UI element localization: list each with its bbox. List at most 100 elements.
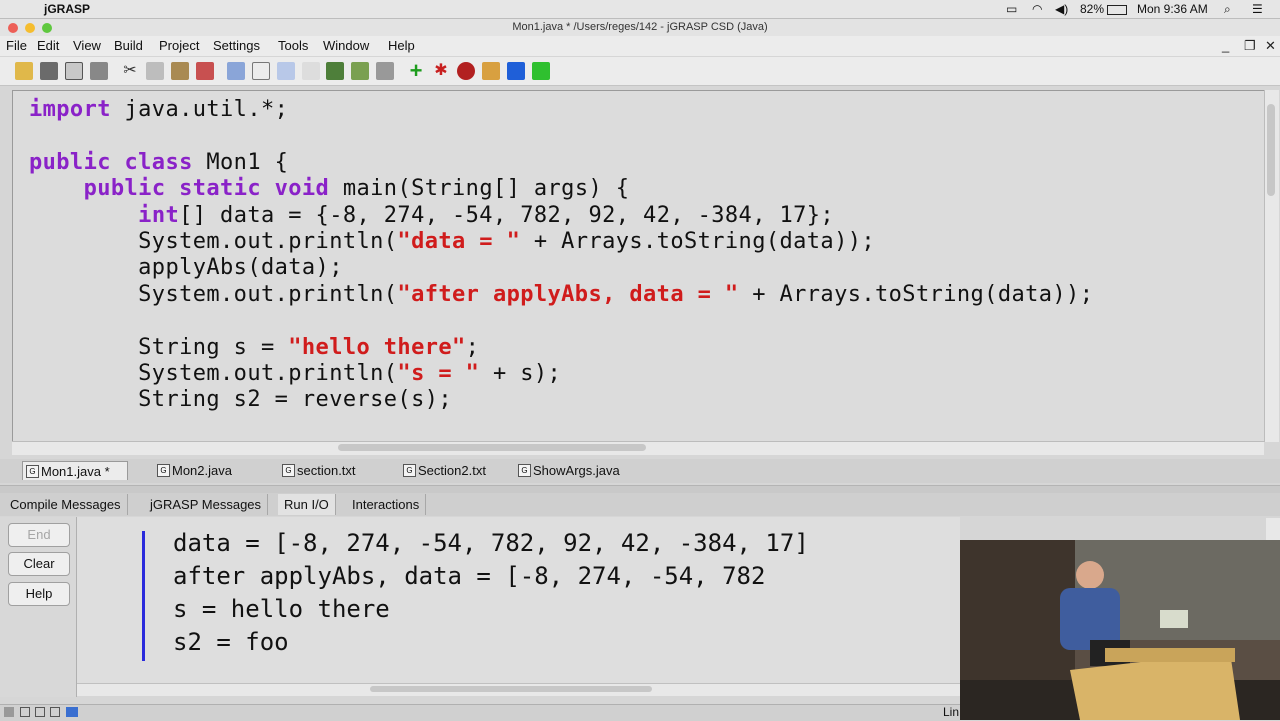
code-line[interactable]: import java.util.*; [29, 97, 1093, 123]
code-token: String s2 = reverse(s); [29, 387, 452, 413]
tab-jgrasp-messages[interactable]: jGRASP Messages [144, 494, 269, 515]
run-io-button-panel: End Clear Help [0, 517, 77, 697]
app-name[interactable]: jGRASP [44, 2, 90, 16]
tree-icon[interactable] [351, 62, 369, 80]
file-tab-mon1[interactable]: G Mon1.java * [22, 461, 128, 480]
remove-csd-icon[interactable] [252, 62, 270, 80]
code-line[interactable]: String s = "hello there"; [29, 335, 1093, 361]
code-string: "data = " [397, 229, 521, 255]
menu-help[interactable]: Help [388, 38, 415, 53]
menu-edit[interactable]: Edit [37, 38, 59, 53]
code-token: + Arrays.toString(data)); [738, 281, 1094, 307]
code-line[interactable] [29, 308, 1093, 334]
open-folder-icon[interactable] [15, 62, 33, 80]
code-line[interactable]: public static void main(String[] args) { [29, 176, 1093, 202]
fold-icon[interactable] [277, 62, 295, 80]
tab-run-io[interactable]: Run I/O [278, 494, 336, 515]
code-line[interactable] [29, 123, 1093, 149]
wifi-icon[interactable]: ◠ [1032, 2, 1042, 16]
mac-menu-bar: jGRASP ▭ ◠ ◀) 82% Mon 9:36 AM ⌕ ☰ [0, 0, 1280, 19]
build-icon[interactable] [65, 62, 83, 80]
clock[interactable]: Mon 9:36 AM [1137, 2, 1208, 16]
run-args-icon[interactable] [482, 62, 500, 80]
menu-project[interactable]: Project [159, 38, 199, 53]
run-icon[interactable]: ✱ [432, 62, 450, 80]
save-icon[interactable] [40, 62, 58, 80]
io-vertical-scrollbar[interactable] [1266, 518, 1280, 540]
book-icon[interactable] [376, 62, 394, 80]
layout-icon[interactable] [66, 707, 78, 717]
lecturer-video-frame [960, 540, 1280, 720]
battery-percent[interactable]: 82% [1080, 2, 1104, 16]
file-tab-section2[interactable]: G Section2.txt [400, 461, 504, 480]
volume-icon[interactable]: ◀) [1055, 2, 1068, 16]
menu-list-icon[interactable]: ☰ [1252, 2, 1263, 16]
menu-tools[interactable]: Tools [278, 38, 308, 53]
window-titlebar: Mon1.java * /Users/reges/142 - jGRASP CS… [0, 19, 1280, 36]
copy-icon[interactable] [146, 62, 164, 80]
menu-settings[interactable]: Settings [213, 38, 260, 53]
output-line: s2 = foo [173, 628, 289, 656]
code-line[interactable]: String s2 = reverse(s); [29, 387, 1093, 413]
zoom-window-icon[interactable] [42, 23, 52, 33]
code-token: Mon1 { [192, 149, 289, 175]
blue-square-icon[interactable] [507, 62, 525, 80]
java-file-icon: G [157, 464, 170, 477]
print-icon[interactable] [90, 62, 108, 80]
file-tab-section[interactable]: G section.txt [279, 461, 379, 480]
undo-icon[interactable] [196, 62, 214, 80]
clear-button[interactable]: Clear [8, 552, 70, 576]
layout-icon[interactable] [50, 707, 60, 717]
code-token: System.out.println( [29, 361, 398, 387]
code-line[interactable]: System.out.println("s = " + s); [29, 361, 1093, 387]
code-line[interactable]: System.out.println("data = " + Arrays.to… [29, 229, 1093, 255]
message-tab-bar: Compile Messages jGRASP Messages Run I/O… [0, 493, 1280, 516]
spotlight-icon[interactable]: ⌕ [1224, 2, 1231, 17]
code-line[interactable]: int[] data = {-8, 274, -54, 782, 92, 42,… [29, 203, 1093, 229]
io-horizontal-scroll-thumb[interactable] [370, 686, 652, 692]
close-icon[interactable]: ✕ [1265, 38, 1276, 54]
layout-icon[interactable] [20, 707, 30, 717]
restore-icon[interactable]: ❐ [1244, 38, 1256, 54]
menu-view[interactable]: View [73, 38, 101, 53]
paste-icon[interactable] [171, 62, 189, 80]
uml-icon[interactable] [326, 62, 344, 80]
code-editor[interactable]: import java.util.*; public class Mon1 { … [12, 90, 1266, 442]
code-token: ; [465, 334, 480, 360]
battery-icon[interactable] [1107, 5, 1127, 15]
code-text[interactable]: import java.util.*; public class Mon1 { … [29, 97, 1093, 414]
run-io-output[interactable]: data = [-8, 274, -54, 782, 92, 42, -384,… [77, 517, 960, 689]
code-token: java.util.*; [110, 97, 289, 122]
code-line[interactable]: applyAbs(data); [29, 255, 1093, 281]
help-button[interactable]: Help [8, 582, 70, 606]
end-button[interactable]: End [8, 523, 70, 547]
run-output-text: data = [-8, 274, -54, 782, 92, 42, -384,… [173, 527, 809, 659]
layout-icon[interactable] [35, 707, 45, 717]
display-icon[interactable]: ▭ [1006, 2, 1017, 16]
menu-window[interactable]: Window [323, 38, 369, 53]
webcam-overlay [960, 540, 1280, 720]
minimize-window-icon[interactable] [25, 23, 35, 33]
tab-interactions[interactable]: Interactions [346, 494, 427, 515]
text-file-icon: G [282, 464, 295, 477]
code-token: [] data = {-8, 274, -54, 782, 92, 42, -3… [179, 202, 835, 228]
code-line[interactable]: public class Mon1 { [29, 150, 1093, 176]
layout-icon[interactable] [4, 707, 14, 717]
green-square-icon[interactable] [532, 62, 550, 80]
tab-compile-messages[interactable]: Compile Messages [4, 494, 128, 515]
close-window-icon[interactable] [8, 23, 18, 33]
unfold-icon[interactable] [302, 62, 320, 80]
debug-icon[interactable] [457, 62, 475, 80]
editor-horizontal-scroll-thumb[interactable] [338, 444, 646, 451]
code-token: applyAbs(data); [29, 255, 343, 281]
editor-vertical-scroll-thumb[interactable] [1267, 104, 1275, 196]
generate-csd-icon[interactable] [227, 62, 245, 80]
code-line[interactable]: System.out.println("after applyAbs, data… [29, 282, 1093, 308]
minimize-icon[interactable]: _ [1222, 38, 1229, 53]
file-tab-mon2[interactable]: G Mon2.java [154, 461, 254, 480]
menu-build[interactable]: Build [114, 38, 143, 53]
cut-icon[interactable]: ✂ [121, 62, 139, 80]
compile-icon[interactable]: + [407, 60, 425, 82]
file-tab-showargs[interactable]: G ShowArgs.java [515, 461, 635, 480]
menu-file[interactable]: File [6, 38, 27, 53]
